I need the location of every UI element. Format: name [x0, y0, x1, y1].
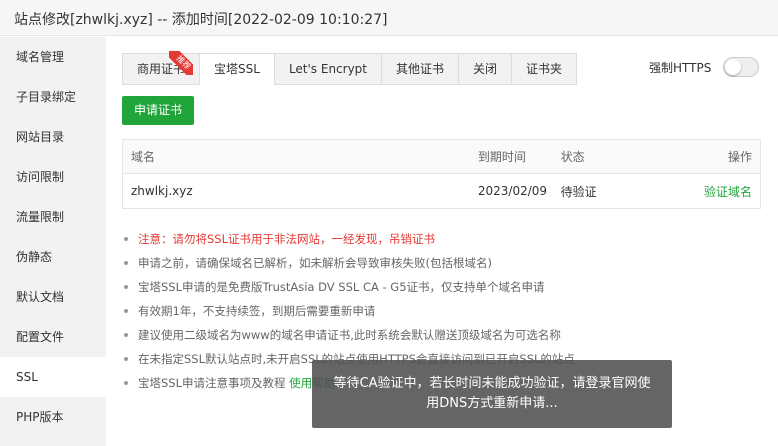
toast-text: 等待CA验证中，若长时间未能成功验证，请登录官网使用DNS方式重新申请...	[333, 376, 651, 411]
bullet-icon	[124, 237, 128, 241]
header-action: 操作	[727, 150, 752, 164]
sidebar-item-access-restriction[interactable]: 访问限制	[0, 157, 106, 197]
force-https-control: 强制HTTPS	[649, 57, 760, 77]
list-item: 建议使用二级域名为www的域名申请证书,此时系统会默认赠送顶级域名为可选名称	[122, 323, 762, 347]
list-item: 有效期1年，不支持续签，到期后需要重新申请	[122, 299, 762, 323]
tab-close[interactable]: 关闭	[458, 53, 512, 85]
cell-action: 验证域名	[700, 183, 760, 200]
note-text: 注意：请勿将SSL证书用于非法网站，一经发现，吊销证书	[138, 232, 436, 246]
cell-domain: zhwlkj.xyz	[131, 184, 193, 198]
cert-table: 域名 到期时间 状态 操作 zhwlkj.xyz 2023/02/09 待验证 …	[122, 139, 761, 209]
sidebar-item-default-document[interactable]: 默认文档	[0, 277, 106, 317]
toast-message: 等待CA验证中，若长时间未能成功验证，请登录官网使用DNS方式重新申请...	[312, 360, 672, 428]
tab-lets-encrypt[interactable]: Let's Encrypt	[273, 53, 382, 85]
bullet-icon	[124, 381, 128, 385]
recommend-badge: 推荐	[169, 51, 193, 75]
cell-status: 待验证	[560, 184, 597, 199]
bullet-icon	[124, 333, 128, 337]
sidebar-item-traffic-limit[interactable]: 流量限制	[0, 197, 106, 237]
tab-commercial-cert[interactable]: 商用证书 推荐	[122, 51, 200, 85]
note-text: 宝塔SSL申请的是免费版TrustAsia DV SSL CA - G5证书，仅…	[138, 280, 545, 294]
force-https-toggle[interactable]	[723, 57, 760, 77]
list-item: 申请之前，请确保域名已解析，如未解析会导致审核失败(包括根域名)	[122, 251, 762, 275]
window-titlebar: 站点修改[zhwlkj.xyz] -- 添加时间[2022-02-09 10:1…	[0, 0, 778, 36]
sidebar: 域名管理 子目录绑定 网站目录 访问限制 流量限制 伪静态 默认文档 配置文件 …	[0, 37, 106, 446]
sidebar-item-config-file[interactable]: 配置文件	[0, 317, 106, 357]
window-title: 站点修改[zhwlkj.xyz] -- 添加时间[2022-02-09 10:1…	[14, 12, 388, 28]
tab-baota-ssl[interactable]: 宝塔SSL	[199, 53, 274, 85]
sidebar-item-php-version[interactable]: PHP版本	[0, 397, 106, 437]
bullet-icon	[124, 261, 128, 265]
header-expiry: 到期时间	[477, 150, 526, 164]
tab-cert-folder[interactable]: 证书夹	[511, 53, 578, 85]
list-item: 宝塔SSL申请的是免费版TrustAsia DV SSL CA - G5证书，仅…	[122, 275, 762, 299]
verify-domain-link[interactable]: 验证域名	[704, 185, 752, 199]
force-https-label: 强制HTTPS	[649, 60, 712, 75]
tab-other-cert[interactable]: 其他证书	[381, 53, 459, 85]
list-item: 注意：请勿将SSL证书用于非法网站，一经发现，吊销证书	[122, 227, 762, 251]
main-panel: 商用证书 推荐 宝塔SSL Let's Encrypt 其他证书 关闭 证书夹 …	[106, 37, 778, 446]
header-domain: 域名	[131, 150, 156, 164]
header-status: 状态	[560, 150, 585, 164]
table-row: zhwlkj.xyz 2023/02/09 待验证 验证域名	[123, 174, 760, 208]
sidebar-item-rewrite[interactable]: 伪静态	[0, 237, 106, 277]
toggle-knob	[725, 59, 742, 75]
bullet-icon	[124, 285, 128, 289]
recommend-badge-label: 推荐	[169, 51, 193, 75]
note-text: 建议使用二级域名为www的域名申请证书,此时系统会默认赠送顶级域名为可选名称	[138, 328, 561, 342]
note-text: 申请之前，请确保域名已解析，如未解析会导致审核失败(包括根域名)	[138, 256, 492, 270]
sidebar-item-domain-management[interactable]: 域名管理	[0, 37, 106, 77]
bullet-icon	[124, 309, 128, 313]
bullet-icon	[124, 357, 128, 361]
note-text: 宝塔SSL申请注意事项及教程	[138, 376, 286, 390]
table-header-row: 域名 到期时间 状态 操作	[123, 140, 760, 174]
apply-cert-button[interactable]: 申请证书	[122, 96, 195, 125]
sidebar-item-site-directory[interactable]: 网站目录	[0, 117, 106, 157]
sidebar-item-ssl[interactable]: SSL	[0, 357, 106, 397]
ssl-tabs: 商用证书 推荐 宝塔SSL Let's Encrypt 其他证书 关闭 证书夹	[122, 51, 578, 85]
sidebar-item-subdirectory-binding[interactable]: 子目录绑定	[0, 77, 106, 117]
note-text: 有效期1年，不支持续签，到期后需要重新申请	[138, 304, 376, 318]
cell-expiry: 2023/02/09	[477, 184, 548, 198]
